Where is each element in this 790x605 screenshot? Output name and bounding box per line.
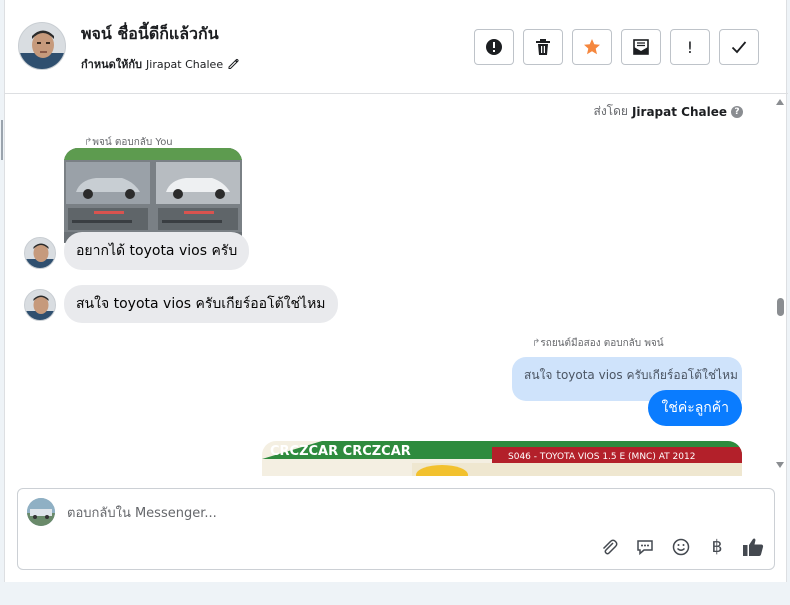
exclamation-icon: ! xyxy=(686,37,694,57)
thread-scrollbar[interactable] xyxy=(774,95,788,476)
contact-avatar-small xyxy=(24,289,56,321)
pencil-icon[interactable] xyxy=(227,58,239,70)
conversation-panel: พจน์ ชื่อนี้ดีก็แล้วกัน กำหนดให้กับ Jira… xyxy=(4,0,788,582)
delete-button[interactable] xyxy=(523,29,563,65)
help-icon[interactable]: ? xyxy=(731,105,743,118)
reply-note-text: รถยนต์มือสอง ตอบกลับ พจน์ xyxy=(540,338,664,349)
contact-avatar[interactable] xyxy=(18,22,66,70)
car-listing-thumbnail[interactable] xyxy=(64,148,242,243)
star-icon xyxy=(583,38,601,56)
like-icon[interactable] xyxy=(742,536,764,558)
image-banner-text: S046 - TOYOTA VIOS 1.5 E (MNC) AT 2012 xyxy=(508,452,695,462)
scroll-thumb[interactable] xyxy=(777,298,784,316)
alert-circle-icon xyxy=(485,38,503,56)
conversation-header: พจน์ ชื่อนี้ดีก็แล้วกัน กำหนดให้กับ Jira… xyxy=(5,0,788,94)
important-button[interactable]: ! xyxy=(670,29,710,65)
done-button[interactable] xyxy=(719,29,759,65)
envelope-icon xyxy=(632,38,650,56)
star-button[interactable] xyxy=(572,29,612,65)
image-brand-text: CRCZCAR CRCZCAR xyxy=(270,444,411,459)
reply-composer: ฿ xyxy=(17,488,775,570)
reply-note: ↱รถยนต์มือสอง ตอบกลับ พจน์ xyxy=(532,336,664,351)
trash-icon xyxy=(535,38,551,56)
check-icon xyxy=(731,40,747,54)
contact-avatar-small xyxy=(24,237,56,269)
edge-tick xyxy=(1,120,3,160)
attach-icon[interactable] xyxy=(598,536,620,558)
message-thread[interactable]: ส่งโดย Jirapat Chalee ? ↱พจน์ ตอบกลับ Yo… xyxy=(5,95,788,476)
report-button[interactable] xyxy=(474,29,514,65)
message-bubble-incoming: สนใจ toyota vios ครับเกียร์ออโต้ใช่ไหม xyxy=(64,285,338,323)
assigned-prefix: กำหนดให้กับ xyxy=(81,58,143,71)
saved-replies-icon[interactable] xyxy=(634,536,656,558)
sent-by-name: Jirapat Chalee xyxy=(631,104,727,119)
sent-by-prefix: ส่งโดย xyxy=(593,104,628,118)
message-bubble-incoming: อยากได้ toyota vios ครับ xyxy=(64,232,250,270)
page-avatar xyxy=(27,498,55,526)
sent-by-label: ส่งโดย Jirapat Chalee ? xyxy=(593,102,743,121)
header-actions: ! xyxy=(474,29,759,65)
reply-note-text: พจน์ ตอบกลับ You xyxy=(92,137,173,148)
car-listing-image[interactable]: CRCZCAR CRCZCAR S046 - TOYOTA VIOS 1.5 E… xyxy=(262,441,742,476)
assigned-name: Jirapat Chalee xyxy=(146,57,224,71)
assigned-to[interactable]: กำหนดให้กับ Jirapat Chalee xyxy=(81,55,239,73)
scroll-down-arrow-icon[interactable] xyxy=(776,462,784,468)
message-bubble-outgoing: ใช่ค่ะลูกค้า xyxy=(648,390,742,426)
mark-unread-button[interactable] xyxy=(621,29,661,65)
contact-name: พจน์ ชื่อนี้ดีก็แล้วกัน xyxy=(81,24,219,43)
emoji-icon[interactable] xyxy=(670,536,692,558)
payment-icon[interactable]: ฿ xyxy=(706,536,728,558)
composer-tools: ฿ xyxy=(598,536,764,558)
message-input[interactable] xyxy=(67,503,757,523)
scroll-up-arrow-icon[interactable] xyxy=(776,99,784,105)
